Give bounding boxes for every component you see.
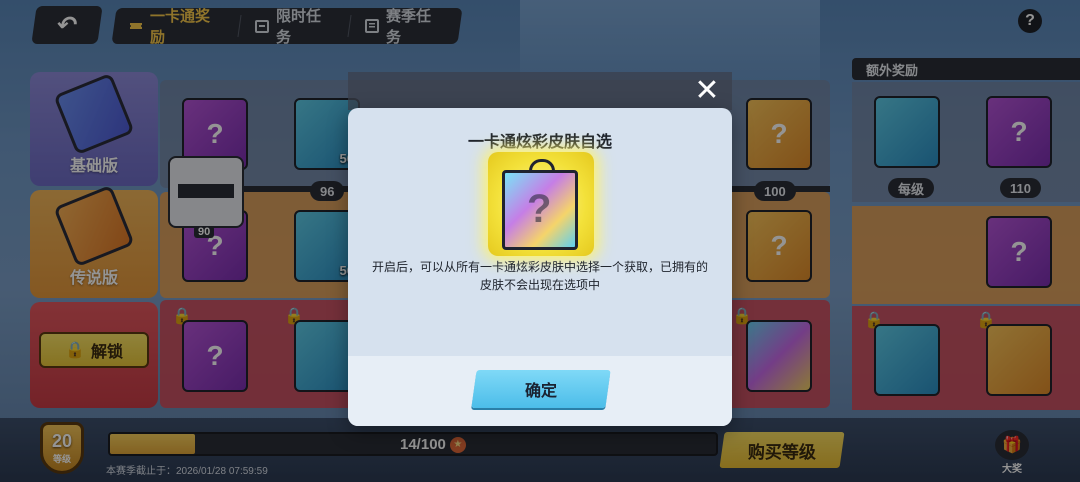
question-mark-icon: ? [527, 187, 552, 231]
box-hook [529, 159, 555, 173]
skin-select-dialog: 一卡通炫彩皮肤自选 ? 开启后，可以从所有一卡通炫彩皮肤中选择一个获取，已拥有的… [348, 108, 732, 426]
modal-header-strip [348, 72, 732, 110]
rainbow-skin-box-image: ? [488, 152, 594, 256]
mystery-box-icon: ? [502, 159, 578, 250]
close-button[interactable]: ✕ [692, 74, 722, 107]
dialog-title: 一卡通炫彩皮肤自选 [467, 134, 612, 151]
confirm-label: 确定 [524, 383, 557, 400]
dialog-description: 开启后，可以从所有一卡通炫彩皮肤中选择一个获取，已拥有的皮肤不会出现在选项中 [372, 260, 709, 292]
confirm-button[interactable]: 确定 [471, 370, 611, 408]
close-icon: ✕ [694, 74, 720, 107]
